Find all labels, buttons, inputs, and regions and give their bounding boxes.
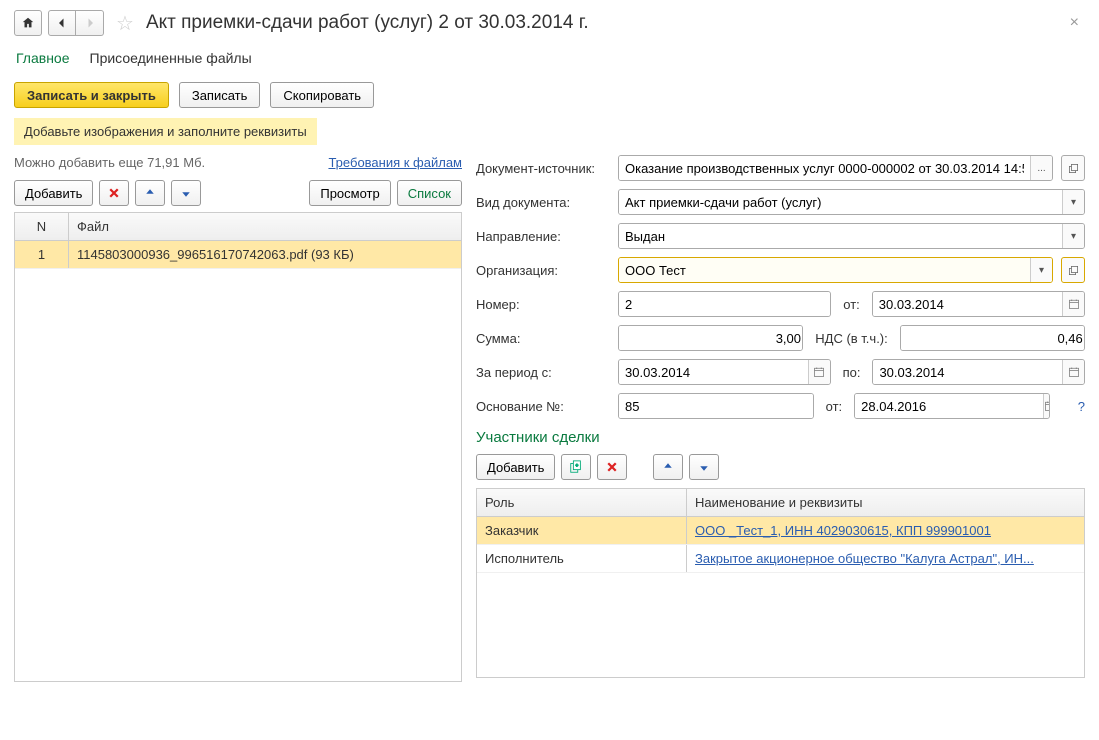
vat-input[interactable]: [901, 326, 1085, 350]
direction-label: Направление:: [476, 229, 610, 244]
period-from-input[interactable]: [619, 360, 808, 384]
direction-input[interactable]: [619, 224, 1062, 248]
table-row[interactable]: 1 1145803000936_996516170742063.pdf (93 …: [15, 241, 461, 269]
x-red-icon: [108, 187, 120, 199]
participants-table: Роль Наименование и реквизиты Заказчик О…: [476, 488, 1085, 678]
arrow-up-icon: [144, 187, 156, 199]
preview-button[interactable]: Просмотр: [309, 180, 390, 206]
arrow-right-icon: [84, 17, 96, 29]
capacity-text: Можно добавить еще 71,91 Мб.: [14, 155, 205, 170]
participant-link[interactable]: ООО _Тест_1, ИНН 4029030615, КПП 9999010…: [695, 523, 991, 538]
from-label: от:: [839, 297, 864, 312]
warning-banner: Добавьте изображения и заполните реквизи…: [14, 118, 317, 145]
direction-dropdown[interactable]: ▾: [1062, 224, 1084, 248]
period-to-label: по:: [839, 365, 865, 380]
add-file-button[interactable]: Добавить: [14, 180, 93, 206]
calendar-icon: [813, 366, 825, 378]
basis-date-input[interactable]: [855, 394, 1043, 418]
number-label: Номер:: [476, 297, 610, 312]
move-participant-up-button[interactable]: [653, 454, 683, 480]
source-open-button[interactable]: [1061, 155, 1085, 181]
basis-from-label: от:: [822, 399, 847, 414]
tab-main[interactable]: Главное: [16, 50, 70, 68]
sum-input[interactable]: [619, 326, 803, 350]
participants-title: Участники сделки: [476, 429, 1085, 446]
copy-plus-icon: [569, 460, 583, 474]
calendar-icon: [1068, 298, 1080, 310]
arrow-down-icon: [180, 187, 192, 199]
source-input[interactable]: [619, 156, 1030, 180]
participant-link[interactable]: Закрытое акционерное общество "Калуга Ас…: [695, 551, 1034, 566]
add-participant-button[interactable]: Добавить: [476, 454, 555, 480]
source-more[interactable]: ...: [1030, 156, 1052, 180]
col-name-header[interactable]: Наименование и реквизиты: [687, 489, 1084, 516]
number-date-picker[interactable]: [1062, 292, 1084, 316]
list-button[interactable]: Список: [397, 180, 462, 206]
arrow-up-icon: [662, 461, 674, 473]
back-button[interactable]: [48, 10, 76, 36]
basis-label: Основание №:: [476, 399, 610, 414]
open-icon: [1068, 265, 1079, 276]
open-icon: [1068, 163, 1079, 174]
star-icon[interactable]: ☆: [116, 11, 134, 36]
period-from-picker[interactable]: [808, 360, 830, 384]
arrow-left-icon: [56, 17, 68, 29]
save-close-button[interactable]: Записать и закрыть: [14, 82, 169, 108]
close-button[interactable]: ×: [1064, 14, 1085, 32]
save-button[interactable]: Записать: [179, 82, 261, 108]
sum-label: Сумма:: [476, 331, 610, 346]
delete-participant-button[interactable]: [597, 454, 627, 480]
number-input[interactable]: [619, 292, 830, 316]
org-label: Организация:: [476, 263, 610, 278]
page-title: Акт приемки-сдачи работ (услуг) 2 от 30.…: [146, 12, 1058, 34]
col-file-header[interactable]: Файл: [69, 213, 461, 240]
delete-file-button[interactable]: [99, 180, 129, 206]
period-to-input[interactable]: [873, 360, 1062, 384]
tab-files[interactable]: Присоединенные файлы: [90, 50, 252, 68]
move-up-button[interactable]: [135, 180, 165, 206]
participant-row[interactable]: Исполнитель Закрытое акционерное обществ…: [477, 545, 1084, 573]
vat-label: НДС (в т.ч.):: [811, 331, 892, 346]
org-input[interactable]: [619, 258, 1030, 282]
number-date-input[interactable]: [873, 292, 1062, 316]
org-open-button[interactable]: [1061, 257, 1085, 283]
requirements-link[interactable]: Требования к файлам: [328, 155, 462, 170]
forward-button[interactable]: [76, 10, 104, 36]
basis-date-picker[interactable]: [1043, 394, 1050, 418]
basis-input[interactable]: [619, 394, 813, 418]
source-label: Документ-источник:: [476, 161, 610, 176]
move-down-button[interactable]: [171, 180, 201, 206]
move-participant-down-button[interactable]: [689, 454, 719, 480]
copy-participant-button[interactable]: [561, 454, 591, 480]
col-n-header[interactable]: N: [15, 213, 69, 240]
calendar-icon: [1044, 400, 1050, 412]
arrow-down-icon: [698, 461, 710, 473]
col-role-header[interactable]: Роль: [477, 489, 687, 516]
calendar-icon: [1068, 366, 1080, 378]
doctype-label: Вид документа:: [476, 195, 610, 210]
copy-button[interactable]: Скопировать: [270, 82, 374, 108]
doctype-dropdown[interactable]: ▾: [1062, 190, 1084, 214]
files-table: N Файл 1 1145803000936_996516170742063.p…: [14, 212, 462, 682]
period-label: За период с:: [476, 365, 610, 380]
doctype-input[interactable]: [619, 190, 1062, 214]
period-to-picker[interactable]: [1062, 360, 1084, 384]
home-icon: [21, 16, 35, 30]
help-link[interactable]: ?: [1078, 399, 1085, 414]
org-dropdown[interactable]: ▾: [1030, 258, 1052, 282]
home-button[interactable]: [14, 10, 42, 36]
x-red-icon: [606, 461, 618, 473]
participant-row[interactable]: Заказчик ООО _Тест_1, ИНН 4029030615, КП…: [477, 517, 1084, 545]
